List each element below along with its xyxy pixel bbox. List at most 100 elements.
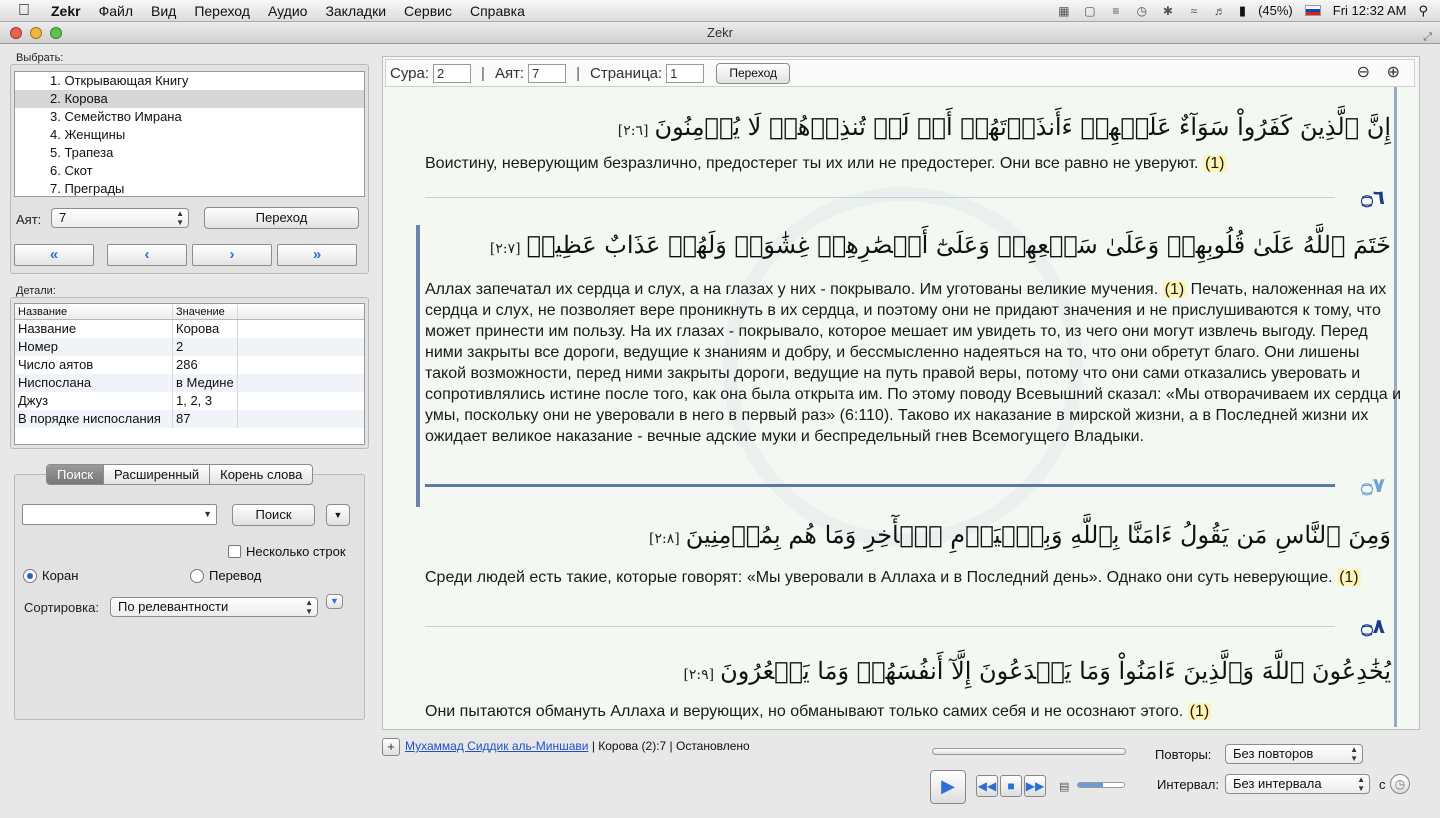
- translation: Среди людей есть такие, которые говорят:…: [421, 567, 1403, 588]
- sura-item[interactable]: 7. Преграды: [15, 180, 364, 196]
- translation: Воистину, неверующим безразлично, предос…: [421, 153, 1403, 174]
- clock[interactable]: Fri 12:32 AM: [1333, 3, 1407, 18]
- time-machine-icon[interactable]: ◷: [1135, 5, 1149, 17]
- apple-icon[interactable]: : [6, 2, 42, 20]
- table-cell: в Медине: [173, 374, 238, 392]
- menu-bookmarks[interactable]: Закладки: [316, 3, 395, 19]
- menu-tools[interactable]: Сервис: [395, 3, 461, 19]
- volume-slider[interactable]: [1077, 782, 1125, 788]
- prev-button[interactable]: ‹: [107, 244, 187, 266]
- ayah-select[interactable]: 7 ▲ ▼: [51, 208, 189, 228]
- bluetooth-icon[interactable]: ✱: [1161, 5, 1175, 17]
- list-icon[interactable]: ≡: [1109, 5, 1123, 17]
- zoom-in-icon[interactable]: ⊕: [1387, 62, 1400, 82]
- expand-button[interactable]: +: [382, 738, 400, 756]
- page-input[interactable]: 1: [666, 63, 705, 83]
- table-row[interactable]: В порядке ниспослания 87: [15, 410, 364, 428]
- reciter-link[interactable]: Мухаммад Сиддик аль-Миншави: [405, 739, 588, 753]
- footnote-link[interactable]: (1): [1337, 569, 1361, 586]
- sort-select-value: По релевантности: [118, 599, 229, 614]
- sura-item[interactable]: 4. Женщины: [15, 126, 364, 144]
- battery-icon[interactable]: ▮: [1239, 3, 1246, 19]
- left-icon: ‹: [144, 246, 150, 263]
- next-button[interactable]: ›: [192, 244, 272, 266]
- input-flag-icon[interactable]: [1304, 5, 1321, 16]
- table-row[interactable]: Число аятов 286: [15, 356, 364, 374]
- tab-root[interactable]: Корень слова: [210, 465, 312, 484]
- search-options-button[interactable]: ▼: [326, 504, 350, 526]
- book-icon[interactable]: ▦: [1057, 5, 1071, 17]
- sura-item[interactable]: 5. Трапеза: [15, 144, 364, 162]
- stop-button[interactable]: ■: [1000, 775, 1022, 797]
- table-row[interactable]: Номер 2: [15, 338, 364, 356]
- footnote-link[interactable]: (1): [1162, 281, 1187, 298]
- tab-search[interactable]: Поиск: [47, 465, 105, 484]
- playback-progress[interactable]: [932, 748, 1126, 755]
- table-cell: Название: [15, 320, 173, 338]
- footnote-link[interactable]: (1): [1187, 703, 1212, 720]
- separator: |: [481, 64, 485, 82]
- multiline-checkbox[interactable]: Несколько строк: [228, 544, 346, 559]
- menu-audio[interactable]: Аудио: [259, 3, 317, 19]
- prev-ayah-button[interactable]: ◀◀: [976, 775, 998, 797]
- folder-icon[interactable]: ▢: [1083, 5, 1097, 17]
- column-header[interactable]: Значение: [173, 304, 238, 319]
- volume-icon[interactable]: ♬: [1213, 5, 1227, 17]
- tab-advanced[interactable]: Расширенный: [104, 465, 211, 484]
- go-button[interactable]: Переход: [204, 207, 359, 229]
- sura-item[interactable]: 6. Скот: [15, 162, 364, 180]
- table-row[interactable]: Название Корова: [15, 320, 364, 338]
- search-input[interactable]: ▼: [22, 504, 217, 525]
- radio-quran[interactable]: Коран: [23, 568, 78, 583]
- first-sura-button[interactable]: «: [14, 244, 94, 266]
- choose-label: Выбрать:: [16, 52, 64, 64]
- radio-dot[interactable]: [23, 568, 37, 583]
- checkbox-box[interactable]: [228, 545, 241, 558]
- translation-text: Аллах запечатал их сердца и слух, а на г…: [425, 281, 1159, 298]
- sura-list[interactable]: 1. Открывающая Книгу 2. Корова 3. Семейс…: [14, 71, 365, 197]
- repeat-select[interactable]: Без повторов ▲ ▼: [1225, 744, 1363, 764]
- menu-file[interactable]: Файл: [90, 3, 142, 19]
- last-sura-button[interactable]: »: [277, 244, 357, 266]
- details-table: Название Значение Название Корова Номер 2 …: [14, 303, 365, 445]
- ayah-label: Аят:: [494, 64, 525, 82]
- spotlight-icon[interactable]: ⚲: [1418, 3, 1428, 19]
- quran-view[interactable]: Сура: 2 | Аят: 7 | Страница: 1 Переход ⊖…: [382, 56, 1420, 730]
- menu-view[interactable]: Вид: [142, 3, 185, 19]
- table-row[interactable]: Ниспослана в Медине: [15, 374, 364, 392]
- menu-help[interactable]: Справка: [461, 3, 534, 19]
- multiline-label: Несколько строк: [246, 544, 346, 559]
- verse-text: إِنَّ ٱلَّذِينَ كَفَرُواْ سَوَآءٌ عَلَيۡ…: [654, 113, 1391, 141]
- menu-go[interactable]: Переход: [185, 3, 259, 19]
- radio-translation[interactable]: Перевод: [190, 568, 261, 583]
- wifi-icon[interactable]: ≈: [1187, 5, 1201, 17]
- menu-app-name[interactable]: Zekr: [42, 3, 90, 19]
- sura-input[interactable]: 2: [433, 63, 472, 83]
- sura-item[interactable]: 1. Открывающая Книгу: [15, 72, 364, 90]
- zoom-button[interactable]: [50, 27, 62, 39]
- next-ayah-button[interactable]: ▶▶: [1024, 775, 1046, 797]
- interval-unit: с: [1379, 777, 1386, 792]
- zoom-out-icon[interactable]: ⊖: [1357, 62, 1370, 82]
- ayah-input[interactable]: 7: [528, 63, 567, 83]
- play-button[interactable]: ▶: [930, 770, 966, 804]
- clock-icon: ◷: [1394, 777, 1406, 791]
- radio-dot[interactable]: [190, 568, 204, 583]
- table-row[interactable]: Джуз 1, 2, 3: [15, 392, 364, 410]
- interval-spinner[interactable]: ◷: [1390, 774, 1410, 794]
- minimize-button[interactable]: [30, 27, 42, 39]
- table-cell: Ниспослана: [15, 374, 173, 392]
- sura-item[interactable]: 3. Семейство Имрана: [15, 108, 364, 126]
- search-button[interactable]: Поиск: [232, 504, 315, 526]
- close-button[interactable]: [10, 27, 22, 39]
- column-header[interactable]: Название: [15, 304, 173, 319]
- interval-select[interactable]: Без интервала ▲ ▼: [1225, 774, 1370, 794]
- sort-order-button[interactable]: ▼: [326, 594, 343, 609]
- verse-block: وَمِنَ ٱلنَّاسِ مَن يَقُولُ ءَامَنَّا بِ…: [421, 517, 1403, 588]
- sura-item-selected[interactable]: 2. Корова: [15, 90, 364, 108]
- verse-divider: [425, 197, 1335, 198]
- window-titlebar: Zekr ⤢: [0, 22, 1440, 44]
- goto-button[interactable]: Переход: [716, 62, 791, 84]
- footnote-link[interactable]: (1): [1202, 155, 1227, 172]
- sort-select[interactable]: По релевантности ▲ ▼: [110, 597, 318, 617]
